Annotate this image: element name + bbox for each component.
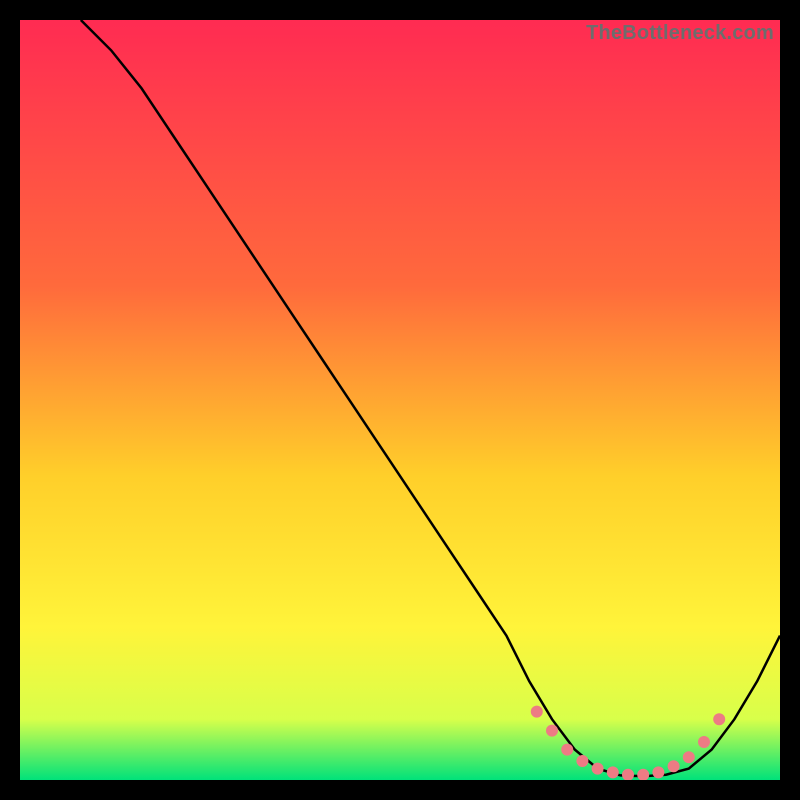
gradient-background (20, 20, 780, 780)
optimal-marker (531, 706, 543, 718)
chart-frame: TheBottleneck.com (20, 20, 780, 780)
optimal-marker (683, 751, 695, 763)
optimal-marker (561, 744, 573, 756)
optimal-marker (698, 736, 710, 748)
optimal-marker (576, 755, 588, 767)
optimal-marker (546, 725, 558, 737)
optimal-marker (668, 760, 680, 772)
watermark-text: TheBottleneck.com (586, 22, 774, 45)
bottleneck-chart (20, 20, 780, 780)
optimal-marker (592, 763, 604, 775)
optimal-marker (713, 713, 725, 725)
optimal-marker (607, 766, 619, 778)
optimal-marker (652, 766, 664, 778)
